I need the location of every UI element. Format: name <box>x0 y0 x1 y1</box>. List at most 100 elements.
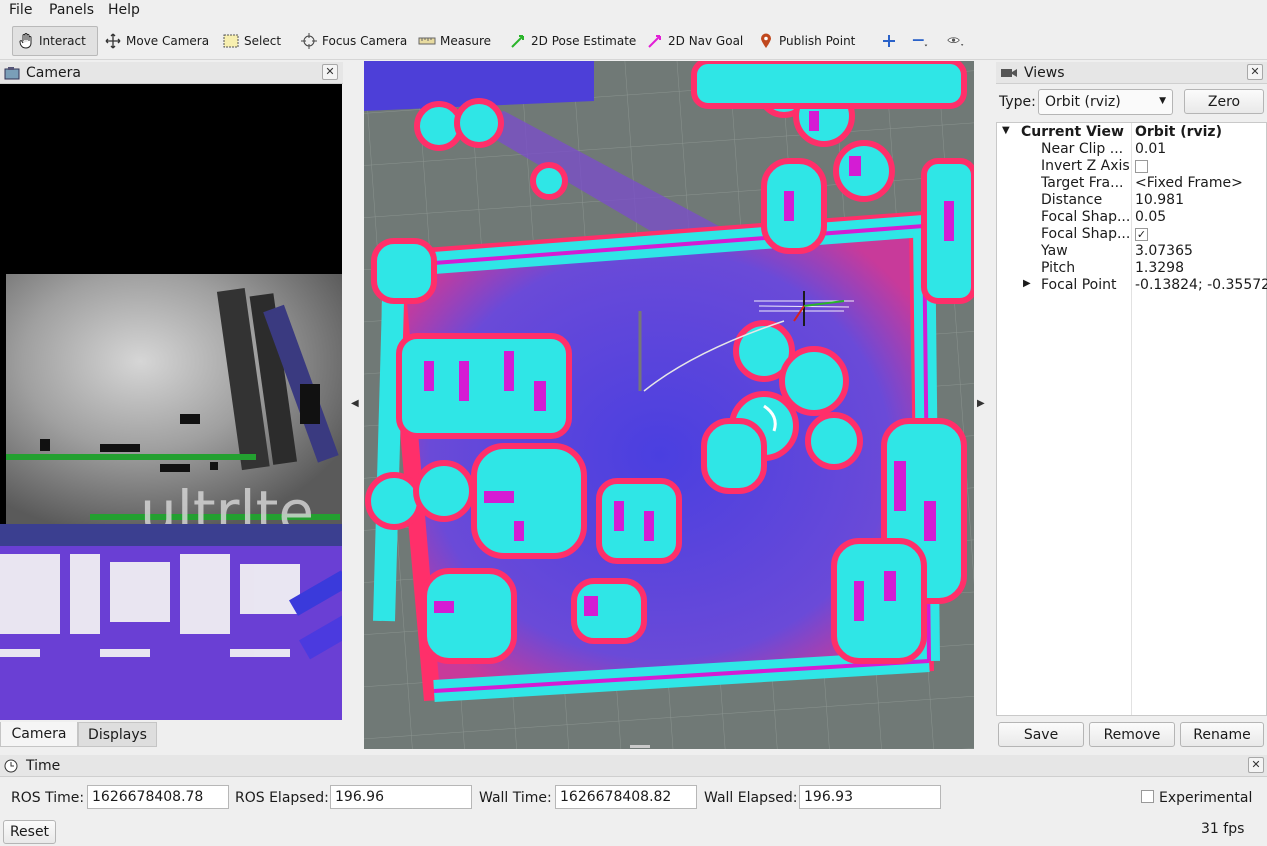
prop-row[interactable]: Pitch 1.3298 <box>997 260 1267 277</box>
select-tool[interactable]: Select <box>218 26 285 56</box>
eye-icon <box>947 32 965 50</box>
views-panel-title: Views <box>1024 64 1065 81</box>
view-type-select[interactable]: Orbit (rviz) ▼ <box>1038 89 1173 115</box>
pose-estimate-tool[interactable]: 2D Pose Estimate <box>505 26 640 56</box>
fps-readout: 31 fps <box>1201 821 1245 837</box>
prop-key: Target Fra... <box>1041 175 1124 191</box>
prop-key: Focal Point <box>1041 277 1117 293</box>
minus-icon <box>912 32 930 50</box>
prop-value[interactable]: 0.05 <box>1135 209 1166 225</box>
experimental-label: Experimental <box>1159 790 1253 806</box>
prop-key: Invert Z Axis <box>1041 158 1130 174</box>
collapse-right-arrow-icon[interactable]: ▶ <box>977 398 985 409</box>
prop-row[interactable]: ▶ Focal Point -0.13824; -0.35572; <box>997 277 1267 294</box>
measure-label: Measure <box>440 34 491 48</box>
focal-shape-checkbox[interactable]: ✓ <box>1135 228 1148 241</box>
magenta-arrow-icon <box>646 32 664 50</box>
experimental-checkbox[interactable] <box>1141 790 1154 803</box>
current-view-row[interactable]: ▼ Current View Orbit (rviz) <box>997 124 1267 141</box>
prop-row[interactable]: Invert Z Axis <box>997 158 1267 175</box>
save-label: Save <box>1023 726 1059 743</box>
tab-displays-label: Displays <box>88 726 147 743</box>
chevron-down-icon: ▼ <box>1159 96 1166 106</box>
prop-row[interactable]: Focal Shap... 0.05 <box>997 209 1267 226</box>
invert-z-checkbox[interactable] <box>1135 160 1148 173</box>
tab-camera[interactable]: Camera <box>0 722 78 747</box>
toolbar: Interact Move Camera Select Focus Camera… <box>0 22 1267 60</box>
remove-tool-button[interactable] <box>908 26 938 56</box>
menu-panels[interactable]: Panels <box>49 2 94 18</box>
time-panel-header: Time <box>0 755 1267 777</box>
interact-tool[interactable]: Interact <box>12 26 98 56</box>
prop-value[interactable]: 3.07365 <box>1135 243 1193 259</box>
map-pin-icon <box>757 32 775 50</box>
prop-row[interactable]: Target Fra... <Fixed Frame> <box>997 175 1267 192</box>
nav-goal-tool[interactable]: 2D Nav Goal <box>642 26 747 56</box>
prop-row[interactable]: Yaw 3.07365 <box>997 243 1267 260</box>
view-type-value: Orbit (rviz) <box>1045 94 1121 110</box>
ros-time-label: ROS Time: <box>11 790 85 806</box>
move-camera-label: Move Camera <box>126 34 210 48</box>
camera-panel-header: Camera <box>0 62 343 84</box>
pose-estimate-label: 2D Pose Estimate <box>531 34 637 48</box>
3d-render-view[interactable] <box>364 61 974 749</box>
ros-time-field[interactable]: 1626678408.78 <box>87 785 229 809</box>
publish-point-label: Publish Point <box>779 34 856 48</box>
add-tool-button[interactable] <box>876 26 906 56</box>
hand-icon <box>17 32 35 50</box>
costmap-visualization <box>364 61 974 749</box>
close-views-panel-button[interactable]: ✕ <box>1247 64 1263 80</box>
views-panel-header: Views <box>996 62 1267 84</box>
nav-goal-label: 2D Nav Goal <box>668 34 744 48</box>
ros-elapsed-field[interactable]: 196.96 <box>330 785 472 809</box>
wall-time-field[interactable]: 1626678408.82 <box>555 785 697 809</box>
remove-view-button[interactable]: Remove <box>1089 722 1175 747</box>
collapse-left-arrow-icon[interactable]: ◀ <box>351 398 359 409</box>
prop-key: Focal Shap... <box>1041 226 1131 242</box>
zero-button[interactable]: Zero <box>1184 89 1264 114</box>
reset-button[interactable]: Reset <box>3 820 56 844</box>
close-camera-panel-button[interactable]: ✕ <box>322 64 338 80</box>
prop-value[interactable]: 10.981 <box>1135 192 1184 208</box>
ros-elapsed-label: ROS Elapsed: <box>235 790 329 806</box>
prop-row[interactable]: Focal Shap... ✓ <box>997 226 1267 243</box>
prop-key: Yaw <box>1041 243 1068 259</box>
tab-displays[interactable]: Displays <box>78 722 157 747</box>
prop-value[interactable]: 0.01 <box>1135 141 1166 157</box>
prop-row[interactable]: Distance 10.981 <box>997 192 1267 209</box>
prop-key: Focal Shap... <box>1041 209 1131 225</box>
wall-elapsed-field[interactable]: 196.93 <box>799 785 941 809</box>
wall-time-label: Wall Time: <box>479 790 552 806</box>
current-view-key: Current View <box>1021 124 1124 140</box>
reset-label: Reset <box>9 824 50 840</box>
views-panel: Views ✕ Type: Orbit (rviz) ▼ Zero ▼ Curr… <box>996 62 1267 752</box>
camera-image: ultrlte <box>0 84 342 720</box>
menu-bar: File Panels Help <box>0 0 1267 22</box>
prop-key: Pitch <box>1041 260 1076 276</box>
menu-help[interactable]: Help <box>108 2 140 18</box>
prop-value[interactable]: -0.13824; -0.35572; <box>1135 277 1267 293</box>
move-camera-tool[interactable]: Move Camera <box>100 26 213 56</box>
focus-camera-label: Focus Camera <box>322 34 408 48</box>
rename-view-button[interactable]: Rename <box>1180 722 1264 747</box>
camera-panel-title: Camera <box>26 64 81 81</box>
select-rectangle-icon <box>222 32 240 50</box>
remove-label: Remove <box>1103 726 1161 743</box>
publish-point-tool[interactable]: Publish Point <box>753 26 859 56</box>
camera-image-view[interactable]: ultrlte <box>0 84 342 720</box>
close-time-panel-button[interactable]: ✕ <box>1248 757 1264 773</box>
interact-label: Interact <box>39 34 86 48</box>
menu-file[interactable]: File <box>9 2 32 18</box>
view-type-label: Type: <box>999 94 1036 110</box>
measure-tool[interactable]: Measure <box>414 26 495 56</box>
prop-value[interactable]: 1.3298 <box>1135 260 1184 276</box>
save-view-button[interactable]: Save <box>998 722 1084 747</box>
visibility-tool-button[interactable] <box>943 26 973 56</box>
time-panel-title: Time <box>26 757 61 774</box>
expand-arrow-icon[interactable]: ▼ <box>1002 125 1010 136</box>
prop-row[interactable]: Near Clip ... 0.01 <box>997 141 1267 158</box>
ruler-icon <box>418 32 436 50</box>
focus-camera-tool[interactable]: Focus Camera <box>296 26 411 56</box>
prop-value[interactable]: <Fixed Frame> <box>1135 175 1243 191</box>
expand-arrow-icon[interactable]: ▶ <box>1023 278 1031 289</box>
